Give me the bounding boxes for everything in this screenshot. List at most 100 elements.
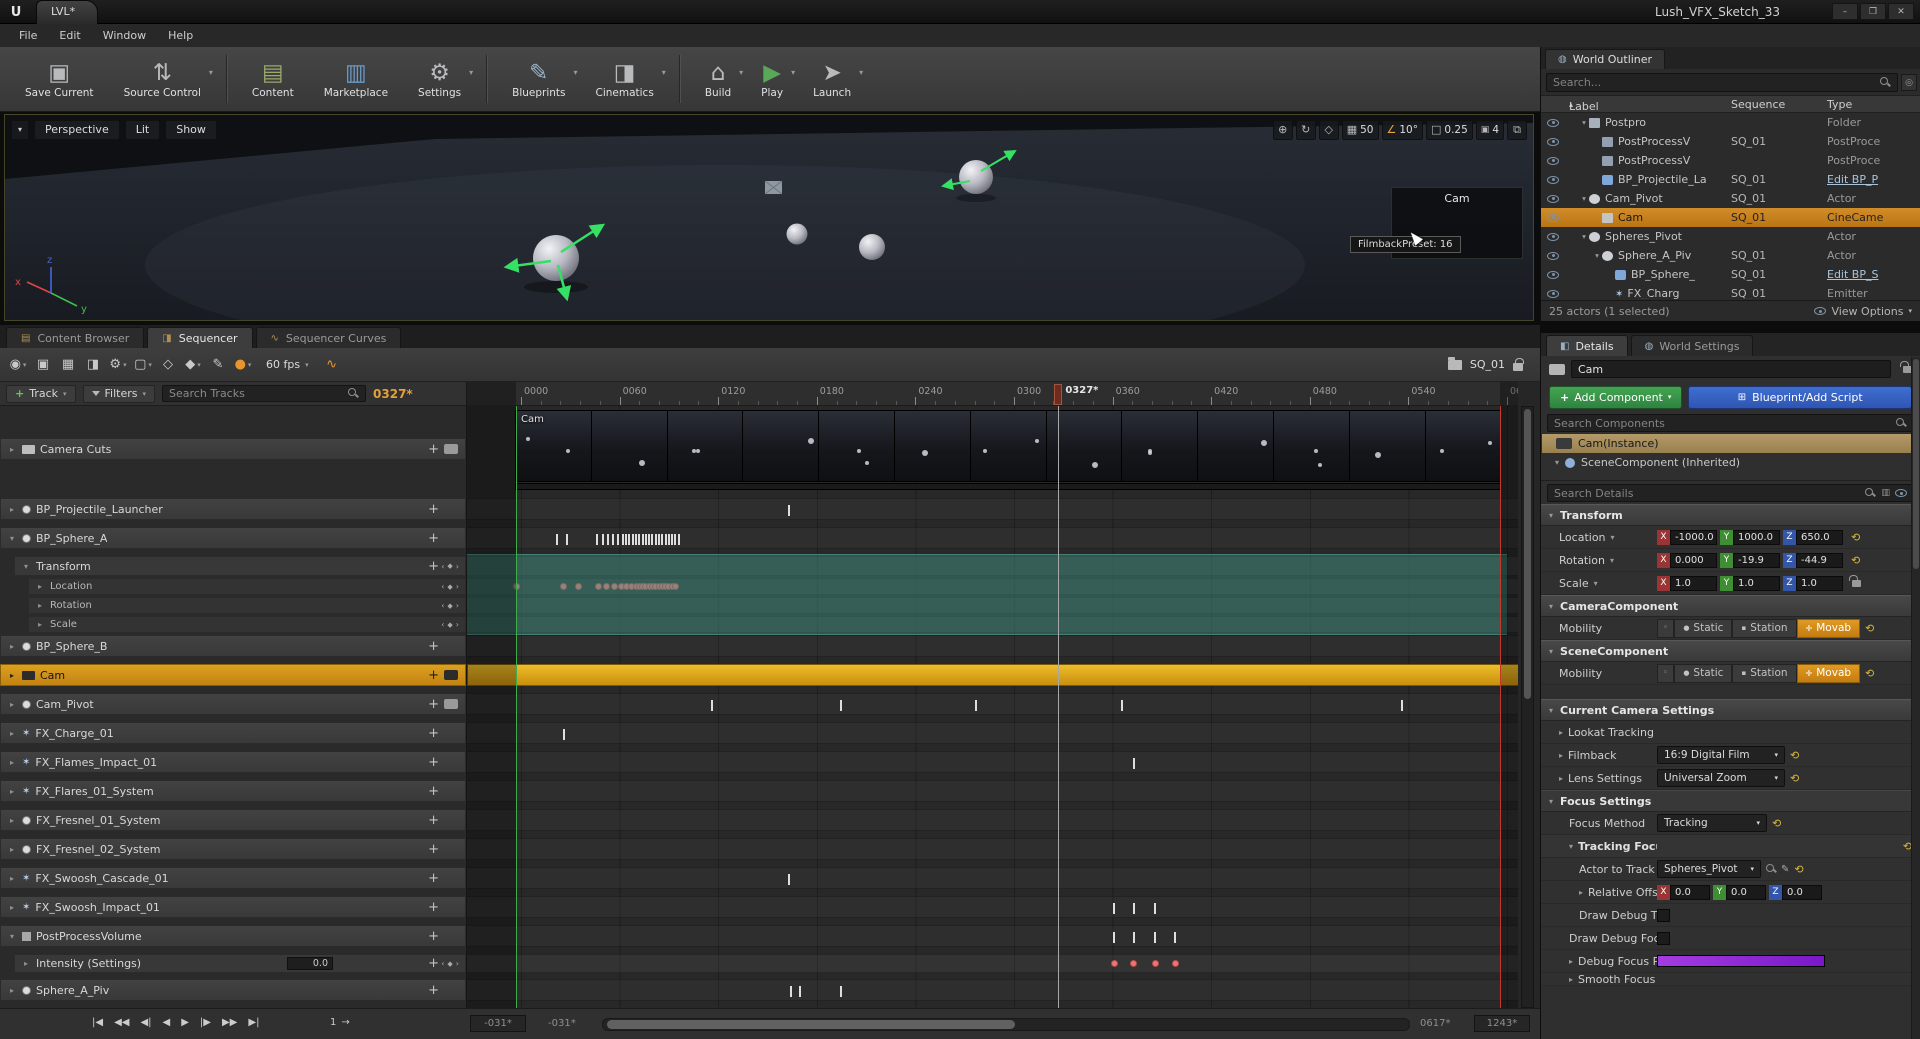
- camera-toggle-icon[interactable]: [444, 670, 458, 680]
- outliner-row-postprocessv[interactable]: PostProcessV SQ_01 PostProce: [1541, 132, 1920, 151]
- focus-method-dropdown[interactable]: Tracking ▾: [1657, 814, 1767, 832]
- playhead-handle[interactable]: [1054, 384, 1063, 405]
- reset-to-default-icon[interactable]: ⟲: [1865, 667, 1874, 680]
- add-section-button[interactable]: +: [428, 871, 439, 886]
- timeline-ruler[interactable]: 0000 0060 0120 0180 0240 0300 0360 0420 0480 0540…: [466, 382, 1518, 406]
- reset-to-default-icon[interactable]: ⟲: [1790, 772, 1799, 785]
- track-row-rotation[interactable]: ▸ Rotation ‹ ◆ ›: [28, 597, 466, 614]
- surface-snap-icon[interactable]: ⊕: [1272, 119, 1293, 140]
- folder-icon[interactable]: [1447, 356, 1462, 370]
- actor-to-track-dropdown[interactable]: Spheres_Pivot ▾: [1657, 860, 1761, 878]
- column-sequence[interactable]: Sequence: [1731, 98, 1785, 111]
- sequence-breadcrumb[interactable]: SQ_01: [1470, 358, 1505, 371]
- track-row-scale[interactable]: ▸ Scale ‹ ◆ ›: [28, 616, 466, 633]
- track-row-bp-sphere-b[interactable]: ▸ BP_Sphere_B +: [0, 635, 466, 657]
- keyframe[interactable]: [1400, 699, 1403, 711]
- keyframe[interactable]: [556, 533, 559, 545]
- keyframe[interactable]: [787, 504, 790, 516]
- menu-file[interactable]: File: [8, 26, 48, 45]
- transport-[interactable]: ◀◀: [114, 1017, 129, 1028]
- toolbar-content[interactable]: ▤ Content: [237, 50, 309, 108]
- reset-to-default-icon[interactable]: ⟲: [1851, 554, 1860, 567]
- filters-button[interactable]: Filters ▾: [82, 384, 156, 403]
- dropdown-caret-icon[interactable]: ▾: [791, 68, 795, 77]
- timeline-horizontal-scrollbar[interactable]: [602, 1018, 1410, 1031]
- auto-key-icon[interactable]: ● ▾: [232, 353, 254, 377]
- dropdown-caret-icon[interactable]: ▾: [573, 68, 577, 77]
- keyframe[interactable]: [566, 533, 568, 545]
- add-script-button[interactable]: ⊞ Blueprint/Add Script: [1688, 385, 1912, 409]
- keyframe[interactable]: [1132, 757, 1135, 769]
- outliner-type[interactable]: Edit BP_P: [1827, 173, 1917, 186]
- keyframe[interactable]: [621, 533, 624, 545]
- maximize-viewport-icon[interactable]: ⧉: [1507, 119, 1527, 140]
- track-row-postprocessvolume[interactable]: ▾ PostProcessVolume +: [0, 925, 466, 947]
- keyframe[interactable]: [638, 533, 641, 545]
- lane-fx-fresnel-02-system[interactable]: [467, 838, 1518, 860]
- perspective-button[interactable]: Perspective: [34, 119, 120, 140]
- keyframe[interactable]: [787, 873, 790, 885]
- component-cam-instance[interactable]: Cam(Instance): [1542, 434, 1919, 453]
- offset-z[interactable]: 0.0: [1782, 884, 1822, 900]
- add-section-button[interactable]: +: [428, 784, 439, 799]
- curve-pen-icon[interactable]: ✎: [207, 353, 229, 377]
- lane-bp-sphere-b[interactable]: [467, 635, 1518, 657]
- keyframe[interactable]: [651, 533, 654, 545]
- reset-to-default-icon[interactable]: ⟲: [1790, 749, 1799, 762]
- add-section-button[interactable]: +: [428, 983, 439, 998]
- keyframe[interactable]: [1113, 902, 1116, 914]
- track-row-transform[interactable]: ▾ Transform + ‹ ◆ ›: [14, 556, 466, 576]
- local-space-icon[interactable]: ◇: [1318, 119, 1339, 140]
- add-section-button[interactable]: +: [428, 956, 439, 971]
- toolbar-cinematics[interactable]: ◨ ▾ Cinematics: [581, 50, 669, 108]
- toolbar-build[interactable]: ⌂ ▾ Build: [690, 50, 746, 108]
- lane-fx-flares-01-system[interactable]: [467, 780, 1518, 802]
- rotation-widget-icon[interactable]: ↻: [1295, 119, 1316, 140]
- outliner-row-cam-pivot[interactable]: ▾ Cam_Pivot SQ_01 Actor: [1541, 189, 1920, 208]
- rotation-x[interactable]: 0.000: [1670, 552, 1717, 568]
- outliner-row-spheres-pivot[interactable]: ▾ Spheres_Pivot Actor: [1541, 227, 1920, 246]
- keyframe[interactable]: [644, 533, 647, 545]
- mobility-sync-icon[interactable]: ◦: [1657, 618, 1675, 638]
- keyframe[interactable]: [840, 985, 843, 997]
- expander-icon[interactable]: ▾: [1555, 458, 1559, 467]
- track-row-fx-fresnel-02-system[interactable]: ▸ FX_Fresnel_02_System +: [0, 838, 466, 860]
- track-row-fx-swoosh-cascade-01[interactable]: ▸ ✶ FX_Swoosh_Cascade_01 +: [0, 867, 466, 889]
- close-button[interactable]: ✕: [1888, 3, 1914, 20]
- camera-toggle-icon[interactable]: [444, 699, 458, 709]
- dropdown-caret-icon[interactable]: ▾: [469, 68, 473, 77]
- add-section-button[interactable]: +: [428, 726, 439, 741]
- scale-y[interactable]: 1.0: [1733, 575, 1780, 591]
- scrollbar-thumb[interactable]: [1913, 359, 1919, 569]
- outliner-row-postpro[interactable]: ▾ Postpro Folder: [1541, 113, 1920, 132]
- keyframe-nav-controls[interactable]: ‹ ◆ ›: [441, 620, 459, 629]
- mobility-movable[interactable]: ✛ Movab: [1796, 663, 1861, 683]
- keyframe-dot[interactable]: [1151, 960, 1159, 967]
- add-section-button[interactable]: +: [428, 900, 439, 915]
- tab-world-settings[interactable]: ◍ World Settings: [1630, 335, 1754, 356]
- timeline-vertical-scrollbar[interactable]: [1521, 406, 1534, 1008]
- add-track-button[interactable]: + Track ▾: [6, 384, 76, 403]
- visibility-eye-icon[interactable]: [1547, 118, 1559, 127]
- transport-[interactable]: ▶: [181, 1017, 189, 1028]
- scale-label[interactable]: Scale ▾: [1541, 577, 1657, 590]
- toolbar-marketplace[interactable]: ▥ Marketplace: [309, 50, 403, 108]
- level-tab[interactable]: LVL*: [36, 0, 99, 24]
- lock-icon[interactable]: [1513, 357, 1524, 371]
- scale-z[interactable]: 1.0: [1796, 575, 1843, 591]
- range-end-field[interactable]: 1243*: [1474, 1015, 1530, 1032]
- focus-settings-header[interactable]: ▾ Focus Settings: [1541, 790, 1920, 812]
- tab-world-outliner[interactable]: ◍ World Outliner: [1545, 49, 1666, 69]
- menu-help[interactable]: Help: [157, 26, 204, 45]
- transport-[interactable]: ▶|: [248, 1017, 259, 1028]
- rotation-z[interactable]: -44.9: [1796, 552, 1843, 568]
- transport-[interactable]: ▶▶: [222, 1017, 237, 1028]
- actions-icon[interactable]: ⚙ ▾: [107, 353, 129, 377]
- camera-settings-header[interactable]: ▾ Current Camera Settings: [1541, 699, 1920, 721]
- scale-lock-icon[interactable]: [1849, 574, 1861, 587]
- playhead-line[interactable]: [1058, 406, 1060, 1008]
- edit-select-icon[interactable]: ▢ ▾: [132, 353, 154, 377]
- view-options-button[interactable]: View Options ▾: [1814, 305, 1912, 318]
- smooth-focus-row[interactable]: ▸Smooth Focus Chan: [1541, 973, 1920, 986]
- tab-sequencer[interactable]: ◨ Sequencer: [147, 327, 253, 348]
